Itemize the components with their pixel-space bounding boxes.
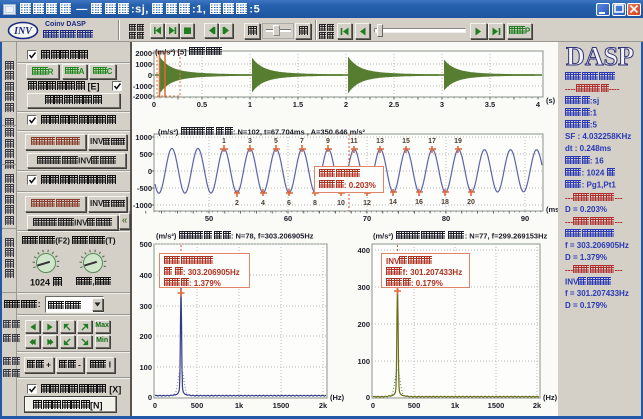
svg-text:1500: 1500 bbox=[488, 401, 505, 410]
svg-text:2k: 2k bbox=[533, 401, 542, 410]
svg-text:3: 3 bbox=[440, 100, 444, 109]
svg-text:10: 10 bbox=[337, 200, 345, 207]
svg-text:14: 14 bbox=[389, 199, 397, 206]
svg-text:-2000: -2000 bbox=[133, 92, 152, 101]
svg-text:7: 7 bbox=[300, 138, 304, 145]
svg-text:0: 0 bbox=[148, 71, 152, 80]
svg-text:100: 100 bbox=[139, 363, 152, 372]
svg-text:1k: 1k bbox=[451, 401, 460, 410]
svg-text:12: 12 bbox=[363, 200, 371, 207]
svg-text:500: 500 bbox=[191, 401, 204, 410]
svg-text:20: 20 bbox=[467, 199, 475, 206]
svg-text:0: 0 bbox=[371, 401, 375, 410]
svg-text:-500: -500 bbox=[137, 184, 152, 193]
svg-text:200: 200 bbox=[357, 320, 370, 329]
svg-text:2000: 2000 bbox=[135, 49, 152, 58]
svg-text:(Hz): (Hz) bbox=[543, 393, 558, 402]
svg-text:400: 400 bbox=[139, 271, 152, 280]
svg-text:0: 0 bbox=[148, 167, 152, 176]
svg-text:2: 2 bbox=[344, 100, 348, 109]
svg-text:0: 0 bbox=[148, 393, 152, 402]
svg-text:0.5: 0.5 bbox=[197, 100, 207, 109]
svg-text:1500: 1500 bbox=[273, 401, 290, 410]
svg-text:1: 1 bbox=[222, 138, 226, 145]
svg-text:300: 300 bbox=[139, 302, 152, 311]
svg-text:11: 11 bbox=[350, 138, 358, 145]
svg-text:0: 0 bbox=[152, 100, 156, 109]
svg-text:6: 6 bbox=[287, 200, 291, 207]
svg-text:4: 4 bbox=[261, 200, 265, 207]
svg-text:1: 1 bbox=[248, 100, 252, 109]
svg-text:(Hz): (Hz) bbox=[330, 393, 345, 402]
svg-text:300: 300 bbox=[357, 283, 370, 292]
svg-text:2: 2 bbox=[235, 200, 239, 207]
svg-text:17: 17 bbox=[428, 138, 436, 145]
svg-text:13: 13 bbox=[376, 138, 384, 145]
svg-text:9: 9 bbox=[326, 138, 330, 145]
svg-text:1000: 1000 bbox=[135, 60, 152, 69]
svg-text:0: 0 bbox=[153, 401, 157, 410]
svg-text:50: 50 bbox=[205, 214, 213, 223]
svg-text:500: 500 bbox=[408, 401, 421, 410]
svg-text:3.5: 3.5 bbox=[485, 100, 495, 109]
svg-text:18: 18 bbox=[441, 199, 449, 206]
svg-text:500: 500 bbox=[139, 240, 152, 249]
svg-text:2.5: 2.5 bbox=[389, 100, 399, 109]
svg-text:4: 4 bbox=[536, 100, 541, 109]
svg-text:400: 400 bbox=[357, 246, 370, 255]
svg-text:1k: 1k bbox=[235, 401, 244, 410]
svg-text:80: 80 bbox=[442, 214, 450, 223]
svg-text:1.5: 1.5 bbox=[293, 100, 303, 109]
svg-text:16: 16 bbox=[415, 199, 423, 206]
svg-text:90: 90 bbox=[521, 214, 529, 223]
svg-text:8: 8 bbox=[313, 200, 317, 207]
svg-text:200: 200 bbox=[139, 332, 152, 341]
svg-text:3: 3 bbox=[248, 138, 252, 145]
svg-text:5: 5 bbox=[274, 138, 278, 145]
svg-text:19: 19 bbox=[454, 138, 462, 145]
svg-text:0: 0 bbox=[366, 393, 370, 402]
svg-text:100: 100 bbox=[357, 357, 370, 366]
svg-text:500: 500 bbox=[139, 150, 152, 159]
svg-text:1000: 1000 bbox=[135, 133, 152, 142]
svg-text:15: 15 bbox=[402, 138, 410, 145]
svg-text:2k: 2k bbox=[319, 401, 328, 410]
svg-text:-1000: -1000 bbox=[133, 201, 152, 210]
svg-text:60: 60 bbox=[284, 214, 292, 223]
svg-text:DASP: DASP bbox=[566, 42, 634, 70]
svg-text:(s): (s) bbox=[546, 96, 556, 105]
svg-text:-1000: -1000 bbox=[133, 82, 152, 91]
svg-text:70: 70 bbox=[363, 214, 371, 223]
